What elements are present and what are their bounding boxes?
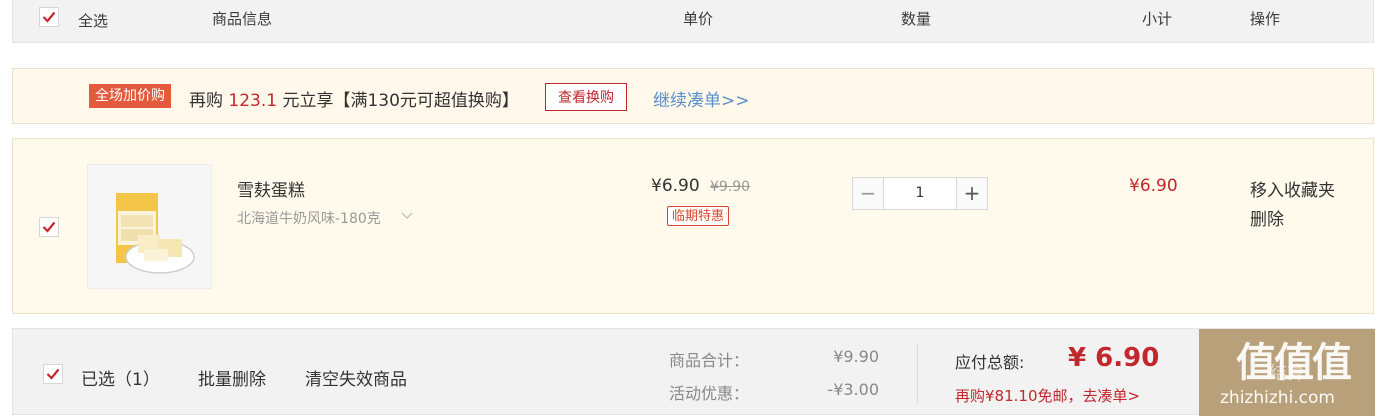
watermark-url: zhizhizhi.com — [1220, 388, 1335, 408]
product-image[interactable] — [87, 164, 212, 289]
discount-value: -¥3.00 — [827, 380, 879, 399]
unit-price: ¥6.90 — [651, 176, 700, 196]
promo-amount: 123.1 — [228, 91, 278, 111]
original-price: ¥9.90 — [710, 179, 751, 195]
cart-footer: 已选（1） 批量删除 清空失效商品 商品合计： ¥9.90 活动优惠： -¥3.… — [12, 328, 1375, 416]
check-icon — [42, 221, 56, 233]
cart-header: 全选 商品信息 单价 数量 小计 操作 — [12, 0, 1374, 43]
total-label: 应付总额: — [955, 353, 1025, 372]
free-shipping-link[interactable]: 再购¥81.10免邮，去凑单> — [955, 385, 1140, 406]
clear-invalid-link[interactable]: 清空失效商品 — [305, 365, 407, 390]
product-name[interactable]: 雪麸蛋糕 — [237, 176, 305, 201]
near-expiry-badge: 临期特惠 — [667, 206, 730, 226]
view-exchange-button[interactable]: 查看换购 — [545, 83, 627, 111]
col-header-product: 商品信息 — [212, 10, 273, 28]
col-header-quantity: 数量 — [901, 10, 932, 28]
delete-item-link[interactable]: 删除 — [1250, 205, 1284, 230]
cart-item: 雪麸蛋糕 北海道牛奶风味-180克 ¥6.90 ¥9.90 临期特惠 − 1 +… — [12, 138, 1374, 314]
col-header-price: 单价 — [683, 10, 714, 28]
quantity-decrease-button[interactable]: − — [853, 178, 884, 209]
continue-shopping-link[interactable]: 继续凑单>> — [653, 86, 750, 111]
quantity-input[interactable]: 1 — [884, 178, 956, 209]
promo-bar: 全场加价购 再购 123.1 元立享【满130元可超值换购】 查看换购 继续凑单… — [12, 68, 1374, 124]
promo-text: 再购 123.1 元立享【满130元可超值换购】 — [189, 86, 519, 111]
total-value: ¥ 6.90 — [1068, 343, 1160, 373]
selected-count: 已选（1） — [81, 370, 160, 390]
col-header-subtotal: 小计 — [1142, 10, 1173, 28]
watermark-logo: 值值值 — [1236, 340, 1352, 386]
promo-text-suffix: 元立享【满130元可超值换购】 — [282, 91, 519, 111]
product-spec[interactable]: 北海道牛奶风味-180克 — [237, 208, 381, 228]
item-checkbox[interactable] — [39, 217, 59, 237]
quantity-stepper: − 1 + — [852, 177, 988, 210]
item-subtotal: ¥6.90 — [1129, 176, 1178, 196]
col-header-actions: 操作 — [1250, 10, 1281, 28]
goods-total-label: 商品合计： — [669, 351, 750, 370]
footer-select-all-checkbox[interactable] — [43, 364, 63, 384]
check-icon — [46, 368, 60, 380]
check-icon — [42, 11, 56, 23]
chevron-down-icon[interactable] — [401, 211, 413, 221]
footer-divider — [917, 343, 918, 403]
select-all-label[interactable]: 全选 — [78, 10, 108, 31]
goods-total-value: ¥9.90 — [833, 347, 879, 366]
select-all-checkbox[interactable] — [39, 7, 59, 27]
discount-label: 活动优惠： — [669, 384, 750, 403]
promo-text-prefix: 再购 — [189, 91, 223, 111]
promo-tag: 全场加价购 — [89, 84, 171, 108]
quantity-increase-button[interactable]: + — [956, 178, 987, 209]
move-to-favorites-link[interactable]: 移入收藏夹 — [1250, 176, 1335, 201]
batch-delete-link[interactable]: 批量删除 — [198, 365, 266, 390]
